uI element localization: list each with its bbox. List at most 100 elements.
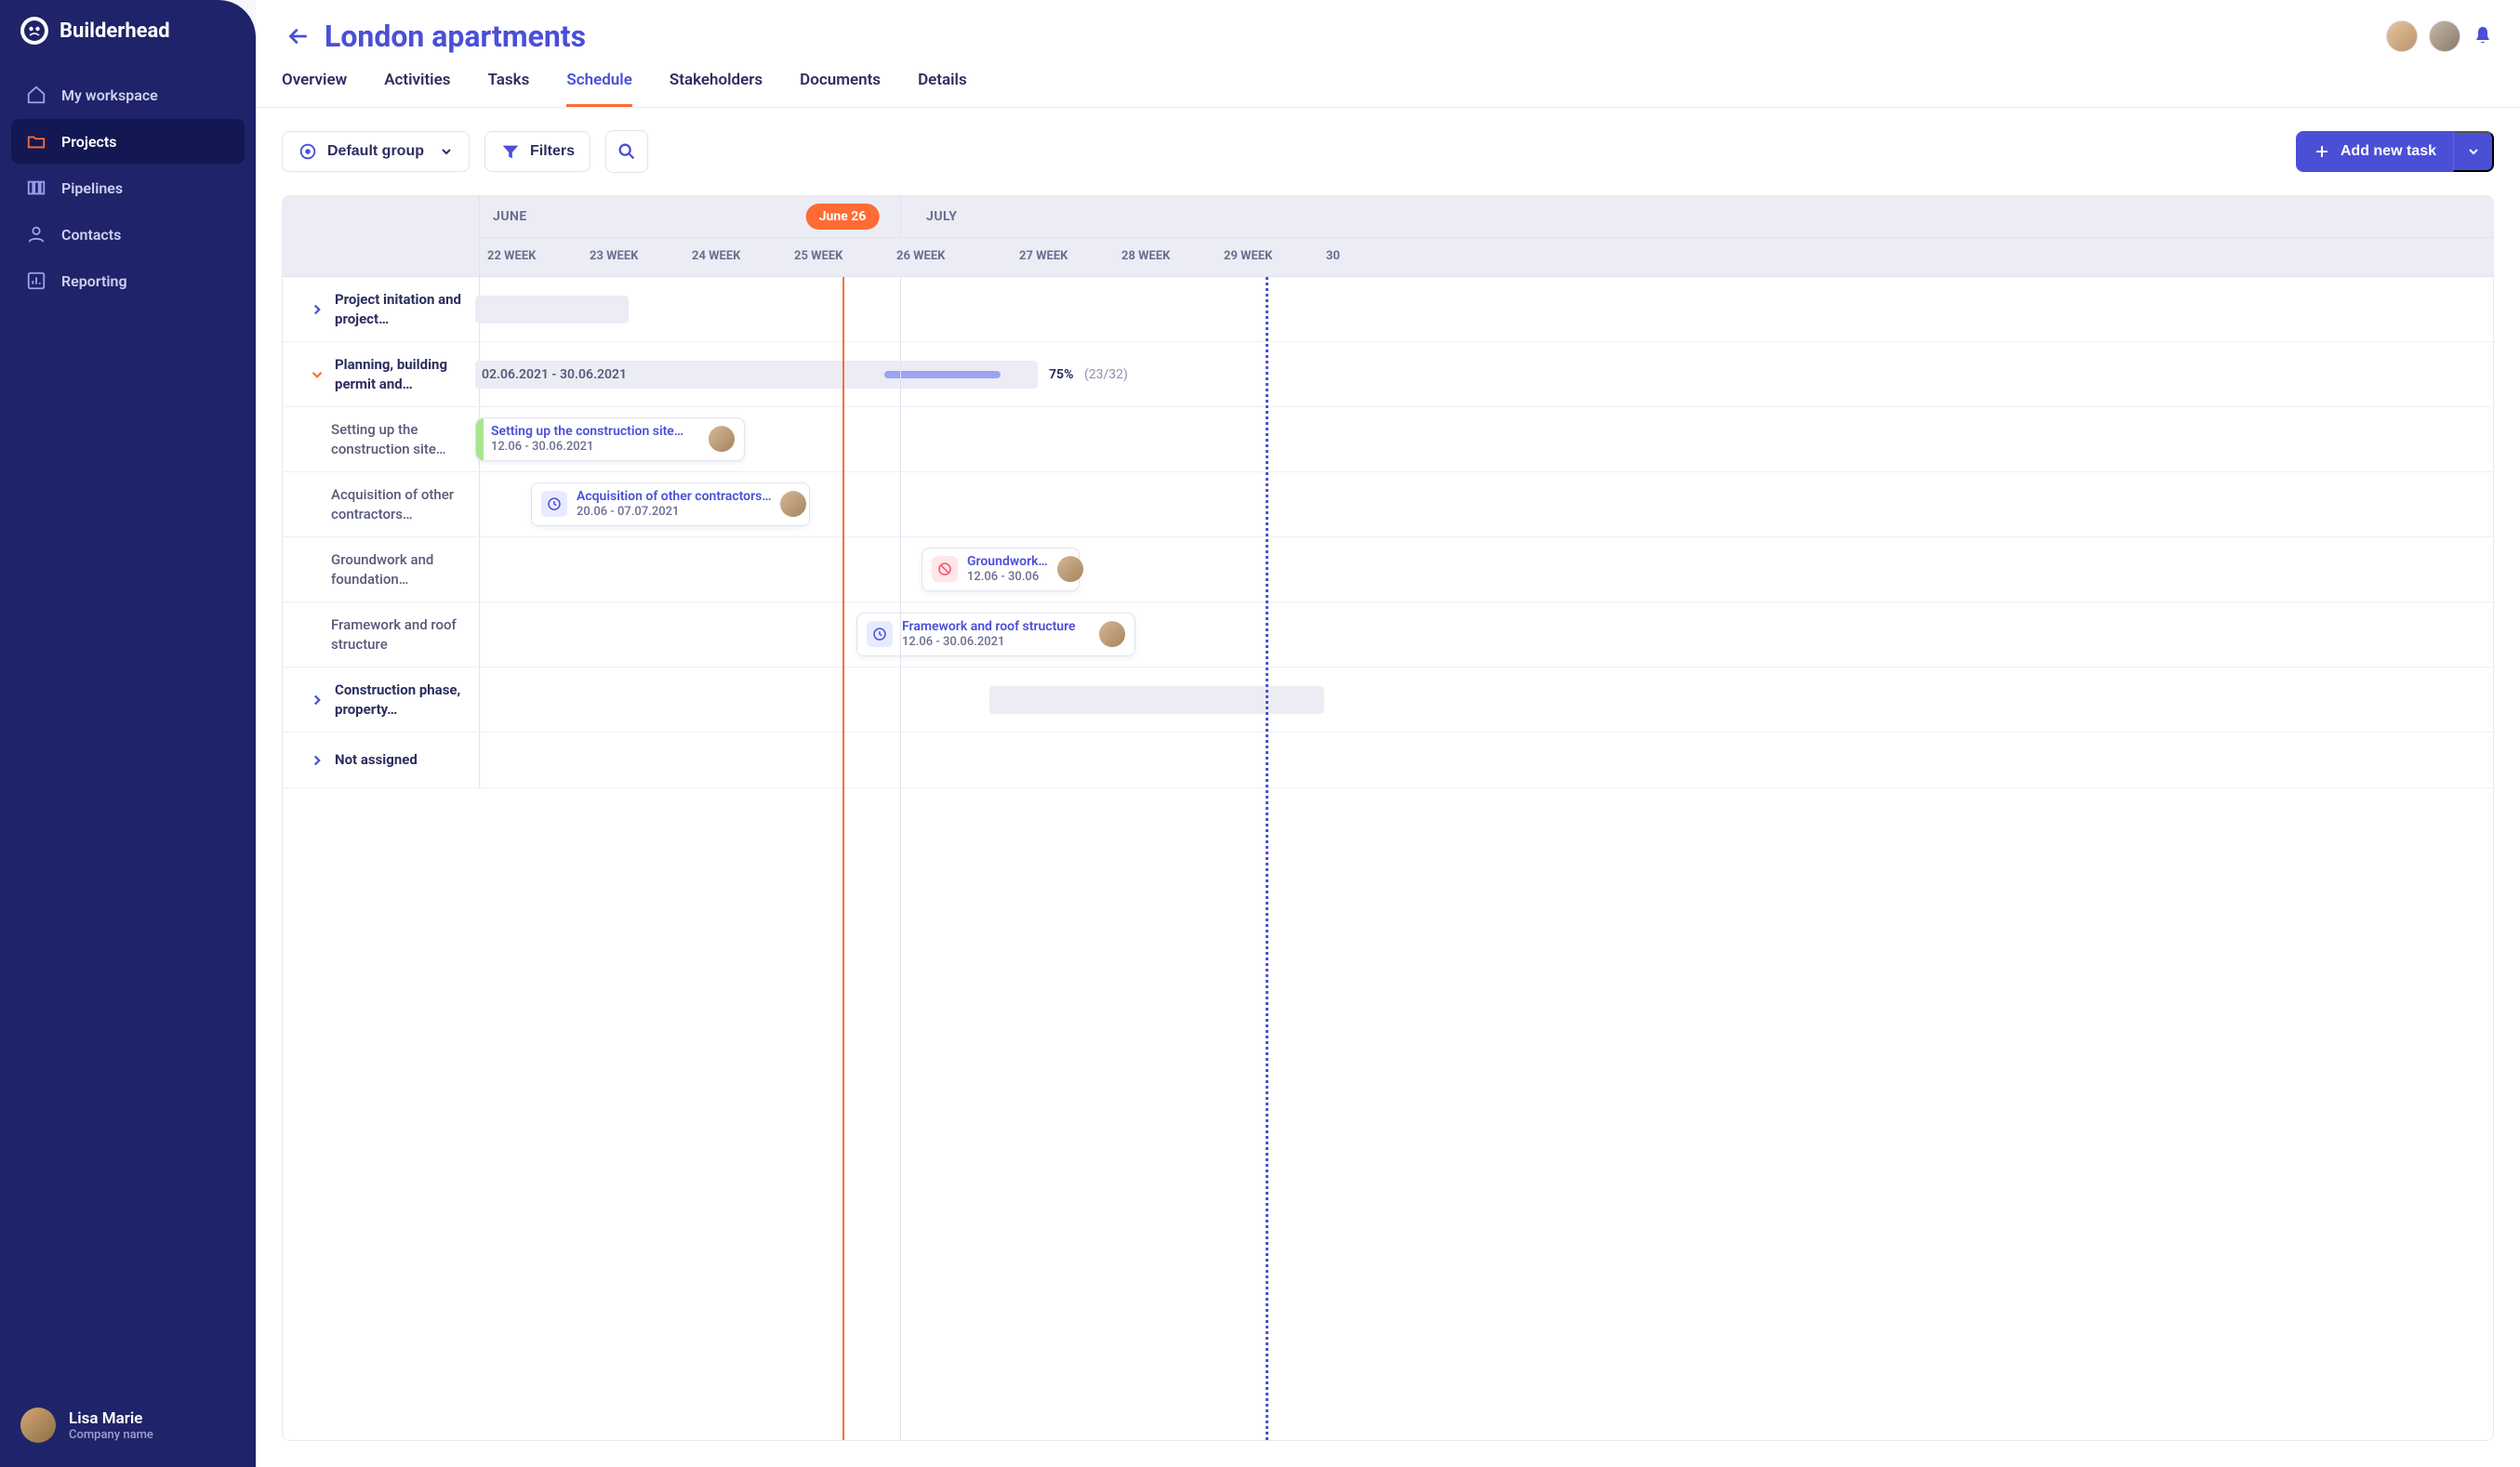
row-label[interactable]: Framework and roof structure [283,602,480,667]
week-label: 24 WEEK [684,238,787,276]
filters-label: Filters [530,143,575,160]
gantt-row: Setting up the construction site… Settin… [283,407,2493,472]
tab-stakeholders[interactable]: Stakeholders [670,71,763,107]
task-card[interactable]: Acquisition of other contractors… 20.06 … [531,482,810,527]
progress-bar [884,371,1001,378]
task-title: Framework and roof structure [902,619,1076,636]
row-label[interactable]: Groundwork and foundation… [283,537,480,601]
row-label[interactable]: Planning, building permit and… [283,342,480,406]
page-title: London apartments [325,19,586,54]
tab-tasks[interactable]: Tasks [487,71,529,107]
task-card[interactable]: Setting up the construction site… 12.06 … [475,417,745,462]
chevron-right-icon [309,692,325,708]
group-bar[interactable] [475,296,629,324]
blocked-icon [932,557,958,583]
tab-schedule[interactable]: Schedule [566,71,632,107]
gantt-row: Not assigned [283,733,2493,788]
sidebar-user[interactable]: Lisa Marie Company name [0,1391,256,1467]
toolbar: Default group Filters Add new task [256,108,2520,195]
notifications-icon[interactable] [2472,25,2494,47]
brand-icon [20,17,48,45]
gantt-row: Project initation and project… [283,277,2493,342]
nav-contacts[interactable]: Contacts [11,212,245,257]
group-bar[interactable] [989,686,1324,714]
chevron-right-icon [309,752,325,769]
nav-reporting[interactable]: Reporting [11,258,245,303]
task-dates: 12.06 - 30.06.2021 [491,440,683,455]
row-label[interactable]: Setting up the construction site… [283,407,480,471]
status-stripe-done [476,418,484,461]
gantt-row: Construction phase, property… [283,667,2493,733]
plus-icon [2313,142,2331,161]
task-title: Acquisition of other contractors… [577,489,771,506]
week-label: 27 WEEK [1012,238,1114,276]
assignee-avatar[interactable] [709,427,735,453]
gantt-row: Groundwork and foundation… Groundwork… 1… [283,537,2493,602]
row-label[interactable]: Construction phase, property… [283,667,480,732]
back-button[interactable] [282,20,313,52]
nav-item-label: Contacts [61,226,121,244]
row-label[interactable]: Not assigned [283,733,480,787]
week-label: 22 WEEK [480,238,582,276]
nav-item-label: Projects [61,133,117,151]
progress-percent: 75% [1049,367,1073,382]
week-label: 26 WEEK [889,238,1012,276]
nav: My workspace Projects Pipelines Contacts… [0,73,256,305]
tab-overview[interactable]: Overview [282,71,347,107]
member-avatar[interactable] [2429,20,2460,52]
sidebar: Builderhead My workspace Projects Pipeli… [0,0,256,1467]
gantt-row: Framework and roof structure Framework a… [283,602,2493,667]
add-label: Add new task [2341,143,2436,160]
progress-count: (23/32) [1084,367,1128,382]
clock-icon [867,622,893,648]
brand-name: Builderhead [60,20,170,43]
nav-item-label: My workspace [61,86,158,104]
member-avatar[interactable] [2386,20,2418,52]
topbar: London apartments [256,0,2520,54]
gantt: JUNE JULY June 26 22 WEEK 23 WEEK 24 WEE… [256,195,2520,1467]
add-task-dropdown[interactable] [2453,131,2494,172]
chevron-down-icon [2466,144,2481,159]
user-avatar [20,1408,56,1443]
task-card[interactable]: Framework and roof structure 12.06 - 30.… [856,613,1135,657]
task-card[interactable]: Groundwork… 12.06 - 30.06 [922,548,1080,592]
row-label[interactable]: Project initation and project… [283,277,480,341]
task-dates: 20.06 - 07.07.2021 [577,505,771,520]
week-label: 30 [1319,238,1365,276]
month-label: JULY [919,196,964,237]
search-icon [617,141,637,162]
assignee-avatar[interactable] [1057,557,1083,583]
chevron-down-icon [439,144,454,159]
assignee-avatar[interactable] [780,492,806,518]
task-dates: 12.06 - 30.06 [967,570,1048,585]
tabs: Overview Activities Tasks Schedule Stake… [256,54,2520,108]
brand-logo: Builderhead [0,0,256,73]
tab-activities[interactable]: Activities [384,71,450,107]
nav-item-label: Pipelines [61,179,123,197]
clock-icon [541,492,567,518]
add-task-button[interactable]: Add new task [2296,131,2453,172]
month-label: JUNE [485,196,535,237]
today-badge: June 26 [806,204,880,230]
nav-pipelines[interactable]: Pipelines [11,165,245,210]
task-title: Setting up the construction site… [491,424,683,441]
nav-item-label: Reporting [61,272,127,290]
group-dropdown[interactable]: Default group [282,131,470,172]
filters-button[interactable]: Filters [484,131,590,172]
gantt-body[interactable]: Project initation and project… Planning,… [283,277,2493,1440]
search-button[interactable] [605,130,648,173]
main: London apartments Overview Activities Ta… [256,0,2520,1467]
week-label: 29 WEEK [1216,238,1319,276]
chevron-right-icon [309,301,325,318]
row-label[interactable]: Acquisition of other contractors… [283,472,480,536]
tab-details[interactable]: Details [918,71,967,107]
tab-documents[interactable]: Documents [800,71,881,107]
week-label: 25 WEEK [787,238,889,276]
gantt-row: Planning, building permit and… 02.06.202… [283,342,2493,407]
assignee-avatar[interactable] [1099,622,1125,648]
nav-workspace[interactable]: My workspace [11,73,245,117]
nav-projects[interactable]: Projects [11,119,245,164]
task-dates: 12.06 - 30.06.2021 [902,635,1076,650]
week-label: 28 WEEK [1114,238,1216,276]
gantt-header: JUNE JULY June 26 22 WEEK 23 WEEK 24 WEE… [283,196,2493,277]
